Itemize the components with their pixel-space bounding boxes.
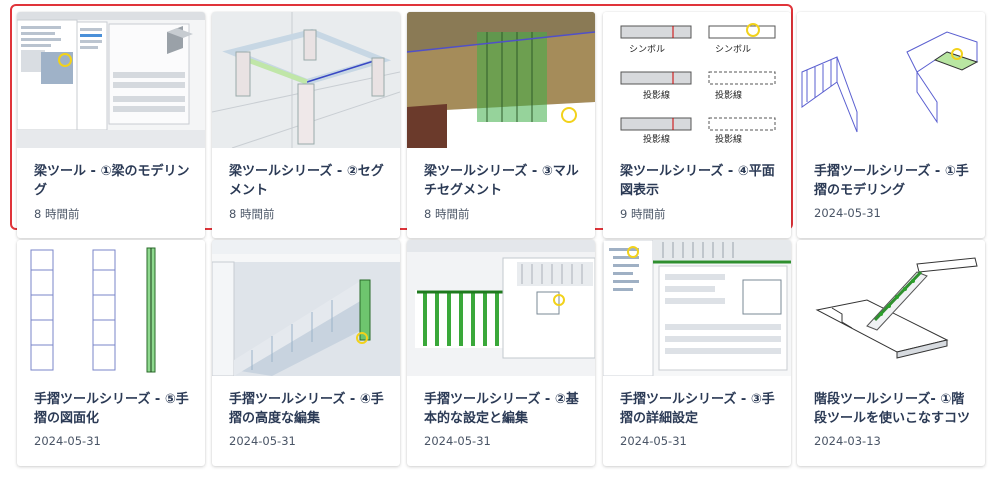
video-card-beam-4[interactable]: シンボル シンボル 投影線 投影線 投影線 投影線 梁ツールシリーズ - ④平面… [603, 12, 791, 238]
video-card-railing-5[interactable]: 手摺ツールシリーズ - ⑤手摺の図面化 2024-05-31 [17, 240, 205, 466]
video-timestamp: 2024-05-31 [34, 434, 101, 448]
video-title[interactable]: 梁ツールシリーズ - ②セグメント [229, 162, 389, 200]
video-title[interactable]: 梁ツールシリーズ - ③マルチセグメント [424, 162, 584, 200]
video-timestamp: 2024-05-31 [424, 434, 491, 448]
video-title[interactable]: 梁ツール - ①梁のモデリング [34, 162, 194, 200]
video-timestamp: 2024-05-31 [229, 434, 296, 448]
plan-label: 投影線 [643, 133, 670, 145]
thumbnail-railing-wireframe [797, 12, 985, 148]
video-title[interactable]: 梁ツールシリーズ - ④平面図表示 [620, 162, 780, 200]
video-title[interactable]: 手摺ツールシリーズ - ④手摺の高度な編集 [229, 390, 389, 428]
video-card-beam-2[interactable]: 梁ツールシリーズ - ②セグメント 8 時間前 [212, 12, 400, 238]
video-timestamp: 2024-03-13 [814, 434, 881, 448]
video-timestamp: 8 時間前 [34, 207, 80, 221]
thumbnail-stair-tool-3d [797, 240, 985, 376]
thumbnail-dialog-beam-settings [17, 12, 205, 148]
thumbnail-railing-basic-settings [407, 240, 595, 376]
video-title[interactable]: 手摺ツールシリーズ - ⑤手摺の図面化 [34, 390, 194, 428]
video-title[interactable]: 階段ツールシリーズ- ①階段ツールを使いこなすコツ [814, 390, 974, 428]
video-card-railing-4[interactable]: 手摺ツールシリーズ - ④手摺の高度な編集 2024-05-31 [212, 240, 400, 466]
video-timestamp: 8 時間前 [424, 207, 470, 221]
thumbnail-railing-advanced-edit [212, 240, 400, 376]
plan-label: シンボル [715, 44, 751, 55]
thumbnail-beam-plan-display: シンボル シンボル 投影線 投影線 投影線 投影線 [603, 12, 791, 148]
video-card-beam-1[interactable]: 梁ツール - ①梁のモデリング 8 時間前 [17, 12, 205, 238]
plan-label: 投影線 [715, 133, 742, 145]
video-card-railing-3[interactable]: 手摺ツールシリーズ - ③手摺の詳細設定 2024-05-31 [603, 240, 791, 466]
thumbnail-railing-detail-settings [603, 240, 791, 376]
video-title[interactable]: 手摺ツールシリーズ - ③手摺の詳細設定 [620, 390, 780, 428]
video-title[interactable]: 手摺ツールシリーズ - ①手摺のモデリング [814, 162, 974, 200]
video-timestamp: 9 時間前 [620, 207, 666, 221]
plan-label: 投影線 [715, 89, 742, 101]
video-timestamp: 2024-05-31 [814, 206, 881, 220]
thumbnail-beam-frame-3d [212, 12, 400, 148]
video-card-railing-2[interactable]: 手摺ツールシリーズ - ②基本的な設定と編集 2024-05-31 [407, 240, 595, 466]
plan-label: 投影線 [643, 89, 670, 101]
video-card-railing-1[interactable]: 手摺ツールシリーズ - ①手摺のモデリング 2024-05-31 [797, 12, 985, 238]
video-card-beam-3[interactable]: 梁ツールシリーズ - ③マルチセグメント 8 時間前 [407, 12, 595, 238]
video-timestamp: 8 時間前 [229, 207, 275, 221]
thumbnail-railing-elevations [17, 240, 205, 376]
video-title[interactable]: 手摺ツールシリーズ - ②基本的な設定と編集 [424, 390, 584, 428]
video-card-stair-1[interactable]: 階段ツールシリーズ- ①階段ツールを使いこなすコツ 2024-03-13 [797, 240, 985, 466]
thumbnail-beam-multisegment-3d [407, 12, 595, 148]
plan-label: シンボル [629, 44, 665, 55]
video-timestamp: 2024-05-31 [620, 434, 687, 448]
